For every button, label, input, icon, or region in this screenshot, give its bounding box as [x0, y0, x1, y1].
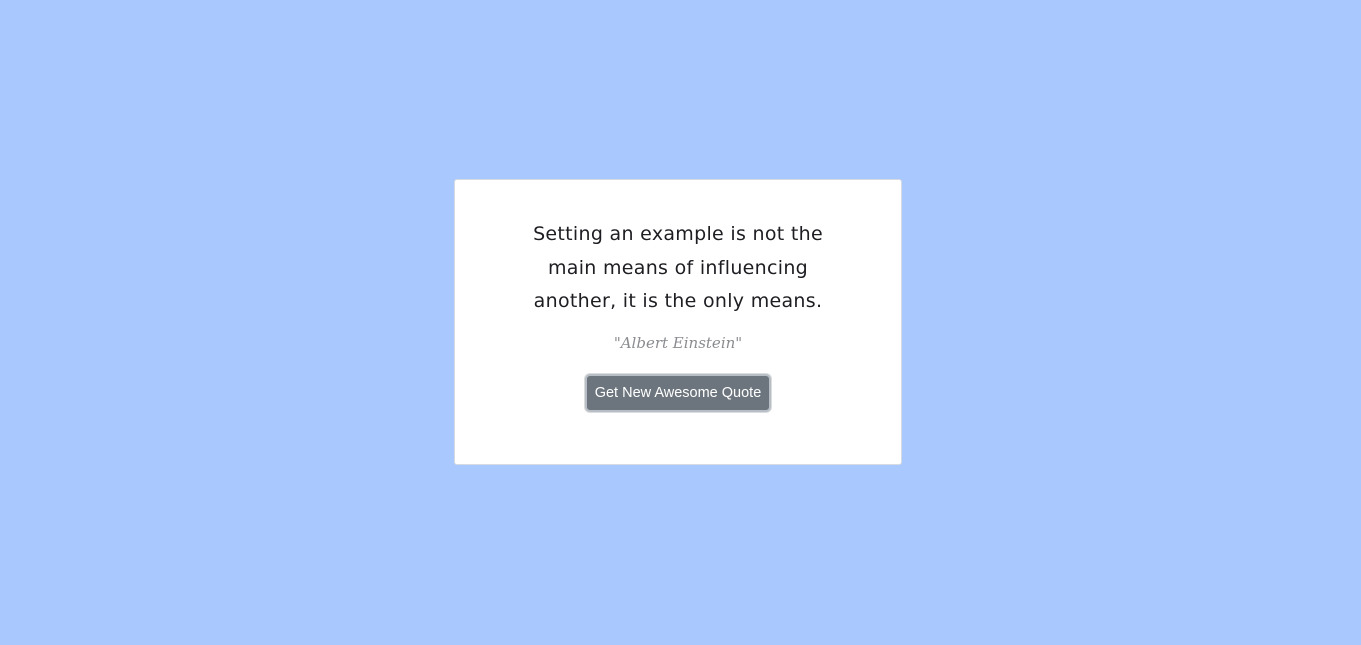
quote-author: "Albert Einstein": [613, 334, 743, 352]
new-quote-button[interactable]: Get New Awesome Quote: [585, 374, 771, 412]
quote-card: Setting an example is not the main means…: [454, 179, 902, 465]
quote-text: Setting an example is not the main means…: [533, 223, 823, 312]
page-background: Setting an example is not the main means…: [0, 0, 1361, 645]
